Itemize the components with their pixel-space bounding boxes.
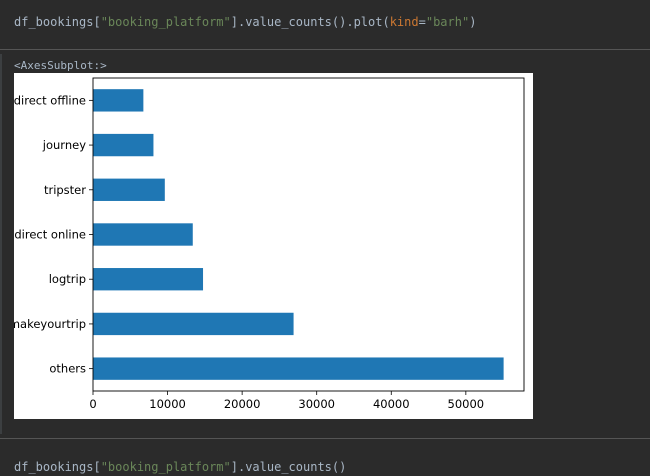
y-tick-label: journey [42, 138, 86, 152]
x-tick-label: 10000 [149, 397, 186, 411]
bar [93, 178, 165, 201]
code-line[interactable]: df_bookings["booking_platform"].value_co… [14, 15, 476, 29]
x-tick-label: 50000 [448, 397, 485, 411]
bar [93, 268, 204, 291]
y-tick-label: others [49, 362, 86, 376]
bar [93, 357, 504, 380]
y-tick-label: makeyourtrip [14, 317, 86, 331]
code-kwarg: kind [389, 15, 419, 29]
y-tick-label: tripster [44, 183, 86, 197]
code-string: "booking_platform" [100, 460, 231, 474]
code-suffix: ].value_counts() [230, 460, 347, 474]
code-eq: = [418, 15, 426, 29]
output-gutter[interactable] [0, 54, 2, 434]
x-tick-label: 30000 [298, 397, 335, 411]
code-middle: ].value_counts().plot( [230, 15, 390, 29]
plot-image: others makeyourtrip logtrip direct online tr… [9, 73, 533, 419]
bar [93, 89, 144, 112]
code-string: "booking_platform" [100, 15, 231, 29]
bar [93, 312, 294, 336]
x-tick-label: 20000 [224, 397, 261, 411]
x-tick-label: 0 [89, 397, 96, 411]
code-prefix: df_bookings[ [14, 460, 101, 474]
y-tick-label: direct online [14, 228, 86, 242]
code-suffix: ) [469, 15, 477, 29]
x-tick-label: 40000 [373, 397, 410, 411]
output-text: <AxesSubplot:> [14, 59, 107, 72]
code-line[interactable]: df_bookings["booking_platform"].value_co… [14, 460, 346, 474]
barh-chart: others makeyourtrip logtrip direct online tr… [9, 77, 525, 411]
bar [93, 133, 154, 157]
code-kwval: "barh" [425, 15, 470, 29]
bar [93, 223, 193, 246]
y-tick-label: logtrip [49, 272, 86, 286]
code-prefix: df_bookings[ [14, 15, 101, 29]
y-tick-label: direct offline [14, 93, 86, 107]
code-cell-1[interactable]: df_bookings["booking_platform"].value_co… [0, 0, 650, 48]
code-cell-2[interactable]: df_bookings["booking_platform"].value_co… [0, 439, 650, 476]
